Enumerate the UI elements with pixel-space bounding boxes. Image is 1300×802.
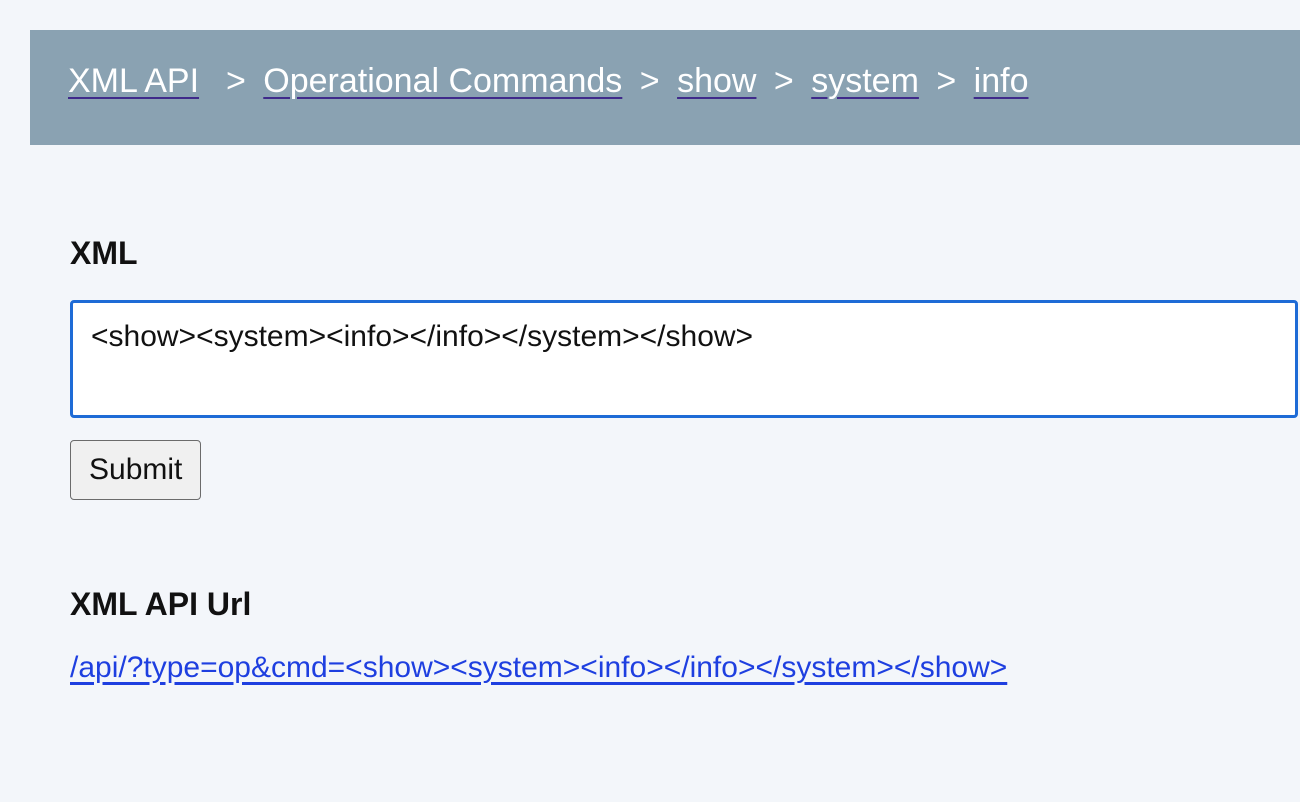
breadcrumb-link-info[interactable]: info [974, 62, 1029, 100]
url-section-label: XML API Url [70, 586, 1300, 623]
breadcrumb-separator: > [936, 62, 956, 100]
xml-api-url-link[interactable]: /api/?type=op&cmd=<show><system><info></… [70, 651, 1007, 684]
xml-section-label: XML [70, 235, 1300, 272]
breadcrumb-separator: > [640, 62, 660, 100]
breadcrumb-link-operational-commands[interactable]: Operational Commands [263, 62, 622, 100]
breadcrumb-separator: > [226, 62, 246, 100]
breadcrumb-link-show[interactable]: show [677, 62, 756, 100]
breadcrumb-link-system[interactable]: system [811, 62, 919, 100]
breadcrumb-separator: > [774, 62, 794, 100]
xml-input[interactable]: <show><system><info></info></system></sh… [70, 300, 1298, 418]
breadcrumb: XML API > Operational Commands > show > … [30, 30, 1300, 145]
submit-button[interactable]: Submit [70, 440, 201, 500]
breadcrumb-link-xml-api[interactable]: XML API [68, 62, 199, 100]
